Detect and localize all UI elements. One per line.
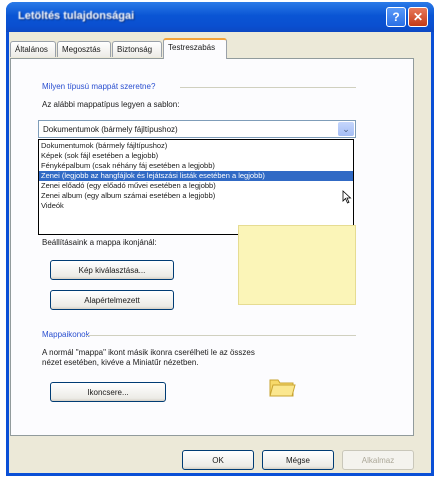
icons-description-line2: nézet esetében, kivéve a Miniatűr nézetb… — [42, 358, 199, 367]
close-icon: ✕ — [412, 10, 424, 24]
choose-picture-button[interactable]: Kép kiválasztása... — [50, 260, 174, 280]
ok-button[interactable]: OK — [182, 450, 254, 470]
help-button[interactable]: ? — [386, 7, 406, 27]
tab-security[interactable]: Biztonság — [112, 41, 162, 57]
picture-partial-text: Beállításaink a mappa ikonjánál: — [42, 238, 157, 247]
icons-description-line1: A normál "mappa" ikont másik ikonra cser… — [42, 348, 255, 357]
option-music-artist[interactable]: Zenei előadó (egy előadó művei esetében … — [39, 181, 353, 191]
folder-icons-heading: Mappaikonok — [42, 330, 90, 339]
help-icon: ? — [392, 10, 400, 24]
title-bar[interactable]: Letöltés tulajdonságai ? ✕ — [6, 2, 434, 32]
template-dropdown-list: Dokumentumok (bármely fájltípushoz) Képe… — [38, 139, 354, 235]
tab-strip: Általános Megosztás Biztonság Testreszab… — [10, 38, 414, 59]
option-videos[interactable]: Videók — [39, 201, 353, 211]
folder-icon — [269, 379, 296, 397]
tab-sharing[interactable]: Megosztás — [57, 41, 111, 57]
group-divider — [180, 87, 356, 88]
folder-template-select[interactable]: Dokumentumok (bármely fájltípushoz) ⌄ — [38, 120, 356, 138]
option-music-album[interactable]: Zenei album (egy album számai esetében a… — [39, 191, 353, 201]
tab-general[interactable]: Általános — [10, 41, 56, 57]
group-divider — [86, 335, 356, 336]
chevron-down-icon[interactable]: ⌄ — [338, 122, 354, 136]
tab-customize[interactable]: Testreszabás — [163, 38, 227, 59]
option-documents[interactable]: Dokumentumok (bármely fájltípushoz) — [39, 141, 353, 151]
option-music[interactable]: Zenei (legjobb az hangfájlok és lejátszá… — [39, 171, 353, 181]
apply-button[interactable]: Alkalmaz — [342, 450, 414, 470]
window-title: Letöltés tulajdonságai — [18, 10, 135, 22]
option-pictures[interactable]: Képek (sok fájl esetében a legjobb) — [39, 151, 353, 161]
folder-template-value: Dokumentumok (bármely fájltípushoz) — [43, 125, 178, 134]
close-button[interactable]: ✕ — [408, 7, 428, 27]
option-photo-album[interactable]: Fényképalbum (csak néhány fáj esetében a… — [39, 161, 353, 171]
template-group-heading: Milyen típusú mappát szeretne? — [42, 82, 156, 91]
folder-preview-image — [238, 225, 356, 305]
mouse-cursor-icon — [342, 190, 352, 204]
restore-default-button[interactable]: Alapértelmezett — [50, 290, 174, 310]
cancel-button[interactable]: Mégse — [262, 450, 334, 470]
template-prompt: Az alábbi mappatípus legyen a sablon: — [42, 100, 180, 109]
change-icon-button[interactable]: Ikoncsere... — [50, 382, 166, 402]
